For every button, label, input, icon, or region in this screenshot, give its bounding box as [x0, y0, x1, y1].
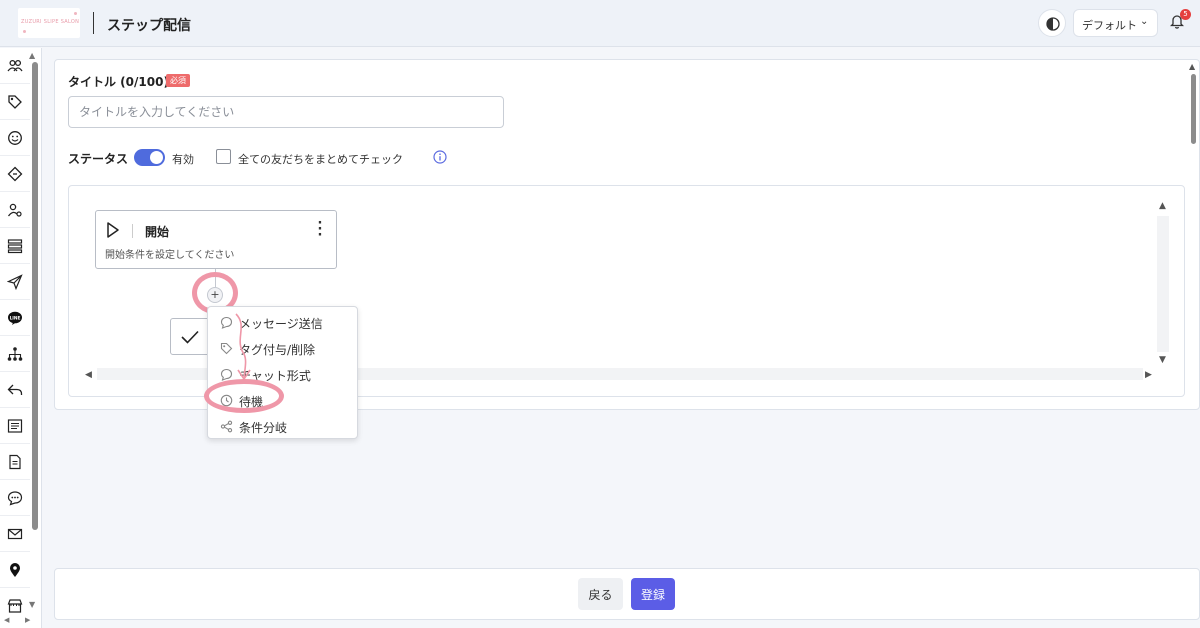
status-toggle-label: 有効: [172, 153, 194, 166]
brand-logo-text: ZUZURI SLIPE SALON: [21, 19, 80, 25]
sidebar-item-chat[interactable]: [0, 480, 30, 516]
notification-badge: 5: [1180, 9, 1191, 20]
sidebar-item-location[interactable]: [0, 552, 30, 588]
canvas-scroll-left-icon[interactable]: ◀: [85, 370, 92, 380]
canvas-scroll-right-icon[interactable]: ▶: [1145, 370, 1152, 380]
annotation-arrow: [235, 313, 251, 381]
sidebar-item-tags[interactable]: [0, 84, 30, 120]
menu-item-branch[interactable]: 条件分岐: [208, 413, 359, 439]
start-node-title: 開始: [145, 225, 170, 239]
smiley-icon: [8, 131, 22, 145]
location-pin-icon: [10, 563, 20, 577]
card-scroll-up-icon[interactable]: ▲: [1189, 62, 1195, 71]
canvas-scroll-down-icon[interactable]: ▼: [1159, 355, 1166, 365]
shop-icon: [7, 599, 23, 613]
start-node-divider: [132, 224, 133, 238]
sidebar-item-templates[interactable]: [0, 408, 30, 444]
card-scroll-thumb[interactable]: [1191, 74, 1196, 144]
svg-text:LINE: LINE: [10, 316, 21, 322]
sidebar-item-user-settings[interactable]: [0, 192, 30, 228]
action-footer: [54, 568, 1200, 620]
sidebar-item-coupons[interactable]: [0, 156, 30, 192]
file-icon: [9, 454, 21, 470]
hierarchy-icon: [7, 347, 23, 361]
canvas-vertical-scrollbar[interactable]: [1157, 216, 1169, 352]
canvas-scroll-up-icon[interactable]: ▲: [1159, 201, 1166, 211]
sidebar-item-line[interactable]: LINE: [0, 300, 30, 336]
info-icon[interactable]: [433, 150, 447, 164]
back-button[interactable]: 戻る: [578, 578, 623, 610]
tags-icon: [8, 95, 22, 109]
brand-logo[interactable]: ZUZURI SLIPE SALON: [18, 8, 80, 38]
theme-toggle-button[interactable]: [1038, 9, 1066, 37]
users-icon: [7, 59, 23, 72]
workspace-select[interactable]: デフォルト ⌄: [1073, 9, 1158, 37]
header-divider: [93, 12, 94, 34]
check-all-friends-label: 全ての友だちをまとめてチェック: [238, 153, 403, 166]
check-all-friends-checkbox[interactable]: [216, 149, 231, 164]
play-icon: [107, 222, 119, 238]
sidebar-item-broadcast[interactable]: [0, 264, 30, 300]
document-list-icon: [7, 419, 23, 433]
menu-item-label: 条件分岐: [239, 421, 288, 435]
workspace-label: デフォルト: [1082, 19, 1137, 32]
sidebar-item-auto-reply[interactable]: [0, 372, 30, 408]
sidebar-item-users[interactable]: [0, 48, 30, 84]
required-badge: 必須: [166, 74, 190, 87]
sidebar-item-mail[interactable]: [0, 516, 30, 552]
sidebar-item-hierarchy[interactable]: [0, 336, 30, 372]
send-icon: [7, 274, 23, 290]
sidebar-item-reactions[interactable]: [0, 120, 30, 156]
checkmark-icon: [181, 330, 199, 344]
wait-option-highlight: [204, 379, 284, 413]
sidebar-item-forms[interactable]: [0, 444, 30, 480]
sidebar-horizontal-scroll[interactable]: ◀ ▶: [4, 616, 30, 624]
branch-icon: [220, 420, 233, 433]
end-node[interactable]: [170, 318, 210, 355]
chat-icon: [7, 491, 23, 506]
title-input[interactable]: [68, 96, 504, 128]
status-label: ステータス: [68, 152, 129, 166]
register-button[interactable]: 登録: [631, 578, 675, 610]
sidebar-scrollbar[interactable]: [32, 62, 38, 530]
start-node[interactable]: 開始 · · · 開始条件を設定してください: [95, 210, 337, 269]
card-scrollbar[interactable]: ▲: [1187, 60, 1200, 410]
app-header: ZUZURI SLIPE SALON ステップ配信 デフォルト ⌄ 5: [0, 0, 1200, 47]
contrast-icon: [1046, 17, 1060, 31]
kebab-menu-icon[interactable]: · · ·: [317, 217, 323, 242]
scroll-down-icon[interactable]: ▼: [29, 600, 35, 609]
user-settings-icon: [7, 203, 22, 217]
status-toggle[interactable]: [134, 149, 165, 166]
sidebar: ▲ LINE ▼ ◀ ▶: [0, 48, 42, 628]
page-title: ステップ配信: [107, 18, 191, 34]
sidebar-item-lists[interactable]: [0, 228, 30, 264]
chevron-down-icon: ⌄: [1140, 16, 1149, 27]
line-icon: LINE: [8, 311, 22, 325]
start-node-description: 開始条件を設定してください: [105, 250, 235, 261]
reply-icon: [7, 384, 23, 395]
coupon-icon: [7, 166, 23, 182]
title-label: タイトル (0/100): [68, 75, 169, 89]
list-icon: [7, 239, 23, 254]
mail-icon: [7, 528, 23, 540]
